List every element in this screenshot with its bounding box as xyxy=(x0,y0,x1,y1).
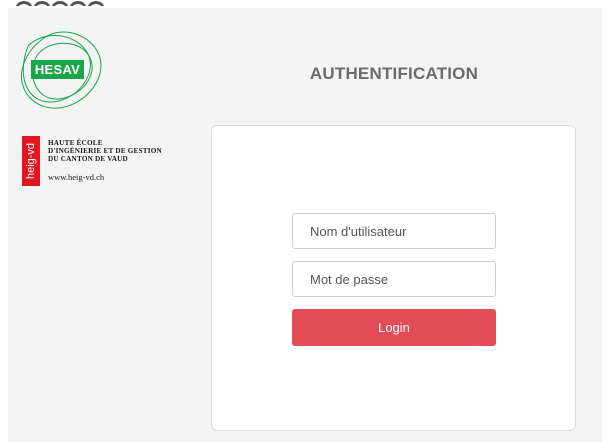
heig-vd-line-2: D'INGÉNIERIE ET DE GESTION xyxy=(48,147,162,156)
login-button[interactable]: Login xyxy=(292,309,496,346)
heig-vd-url: www.heig-vd.ch xyxy=(48,172,105,182)
heig-vd-logo-mark-text: heig-vd xyxy=(25,142,37,180)
login-card: Login xyxy=(211,125,576,431)
login-page: HESAV heig-vd HAUTE ÉCOLE D'INGÉNIERIE E… xyxy=(0,0,610,442)
heig-vd-institution-name: HAUTE ÉCOLE D'INGÉNIERIE ET DE GESTION D… xyxy=(48,139,162,164)
heig-vd-line-3: DU CANTON DE VAUD xyxy=(48,155,128,164)
cropped-top-graphic xyxy=(16,0,126,6)
hesav-logo: HESAV xyxy=(31,60,84,79)
heig-vd-line-1: HAUTE ÉCOLE xyxy=(48,139,103,147)
heig-vd-logo: heig-vd HAUTE ÉCOLE D'INGÉNIERIE ET DE G… xyxy=(22,136,202,186)
page-title: AUTHENTIFICATION xyxy=(309,64,479,83)
password-input[interactable] xyxy=(292,261,496,297)
username-input[interactable] xyxy=(292,213,496,249)
heig-vd-logo-mark: heig-vd xyxy=(22,136,40,186)
